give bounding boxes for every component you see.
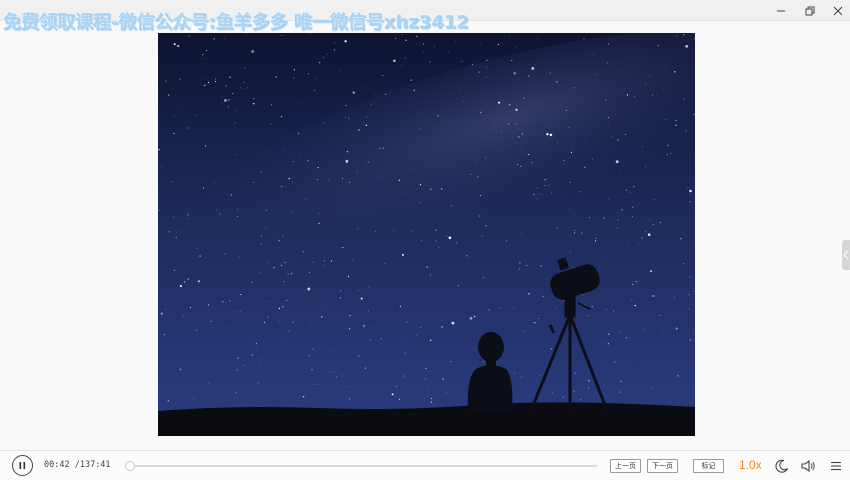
volume-button[interactable]: [800, 458, 816, 474]
close-button[interactable]: [824, 0, 850, 21]
playback-speed-button[interactable]: 1.0x: [739, 458, 762, 472]
minimize-icon: [777, 10, 785, 11]
next-page-button[interactable]: 下一页: [647, 459, 678, 473]
menu-icon: [831, 461, 841, 471]
progress-bar[interactable]: [125, 461, 597, 471]
close-icon: [833, 6, 843, 15]
minimize-button[interactable]: [767, 0, 795, 21]
night-mode-button[interactable]: [774, 458, 790, 474]
current-time: 00:42: [44, 460, 70, 470]
pause-icon: [19, 462, 26, 469]
total-time: /137:41: [74, 460, 111, 470]
slide-image: [158, 33, 695, 436]
chevron-left-icon: [843, 250, 849, 260]
watermark-text: 免费领取课程-微信公众号:鱼羊多多 唯一微信号xhz3412: [3, 12, 469, 33]
player-controls: 00:42 /137:41 上一页 下一页 标记 1.0x: [0, 450, 850, 480]
progress-knob[interactable]: [125, 461, 136, 471]
restore-button[interactable]: [796, 0, 824, 21]
side-panel-toggle[interactable]: [842, 240, 850, 270]
time-display: 00:42 /137:41: [44, 460, 111, 470]
pause-button[interactable]: [12, 455, 33, 476]
volume-icon: [801, 459, 815, 473]
menu-button[interactable]: [828, 458, 844, 474]
prev-page-button[interactable]: 上一页: [610, 459, 641, 473]
bookmark-button[interactable]: 标记: [693, 459, 724, 473]
moon-icon: [775, 459, 789, 473]
starry-sky-telescope-image: [158, 33, 695, 436]
content-area: [0, 21, 850, 450]
player-window: 免费领取课程-微信公众号:鱼羊多多 唯一微信号xhz3412 00:42 /13…: [0, 0, 850, 480]
restore-icon: [805, 6, 815, 15]
